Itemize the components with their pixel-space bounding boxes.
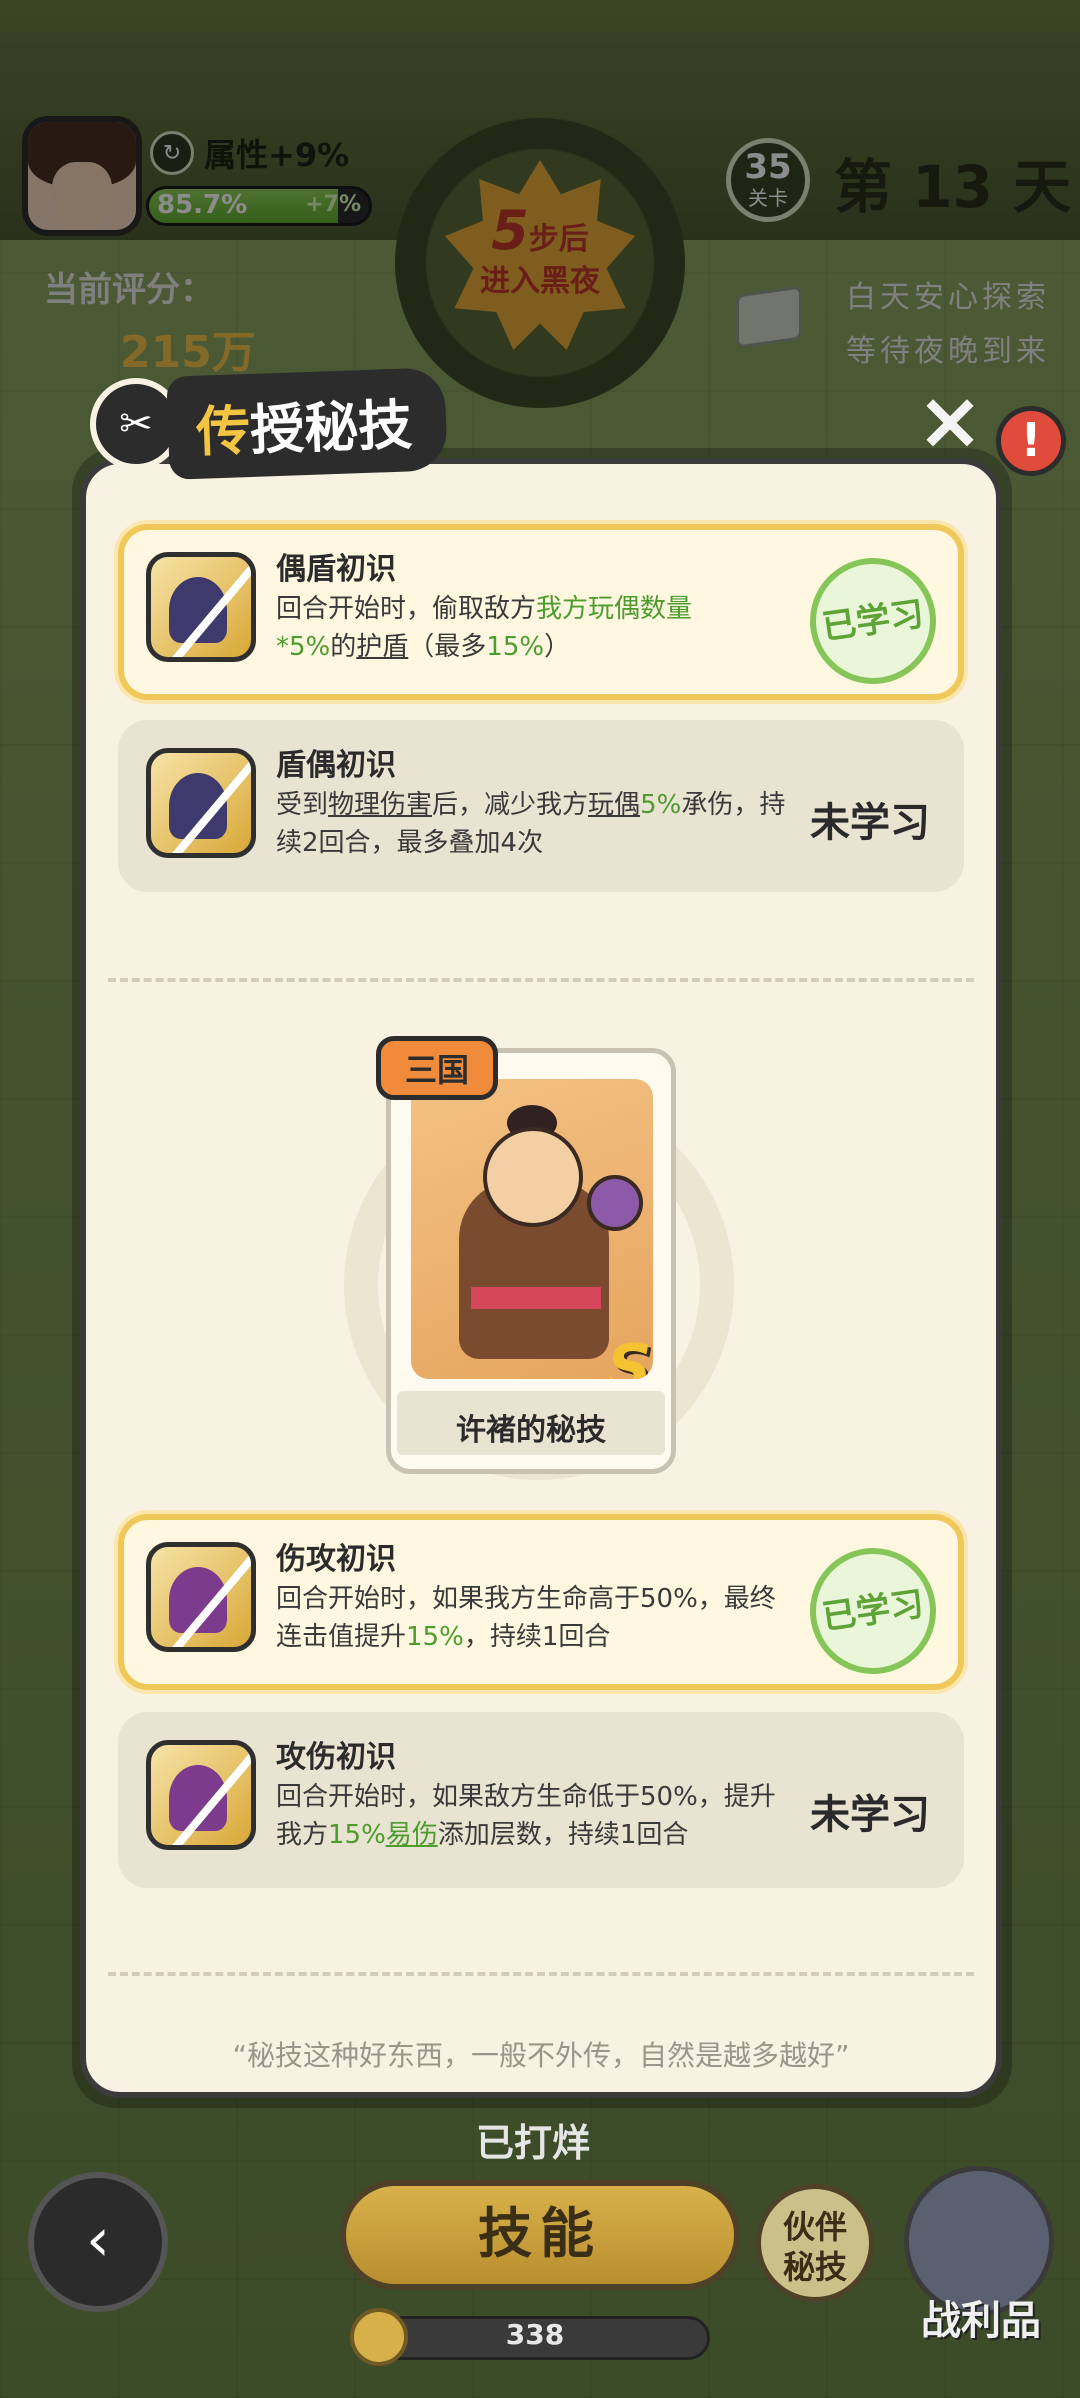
desc-keyword: 我方玩偶数量 [536,594,693,624]
skill-description: 回合开始时，如果我方生命高于50%，最终连击值提升15%，持续1回合 [276,1580,796,1656]
partner-line-1: 伙伴 [782,2208,847,2246]
skill-name: 攻伤初识 [276,1740,396,1775]
skill-card-shield-doll[interactable]: 偶盾初识 回合开始时，偷取敌方我方玩偶数量 *5%的护盾（最多15%） 已学习 [118,524,964,700]
desc-value: 15% [328,1820,386,1850]
loot-label: 战利品 [921,2298,1041,2344]
title-highlight: 传 [195,399,252,464]
section-divider [108,978,974,982]
desc-text: 受到 [276,790,329,820]
desc-text: 回合开始时，偷取敌方 [276,594,537,624]
skill-icon-attack-damage [146,1740,256,1850]
partner-skill-button[interactable]: 伙伴 秘技 [756,2184,874,2302]
unlearned-status: 未学习 [810,800,930,846]
learned-stamp: 已学习 [801,549,945,693]
desc-keyword: 玩偶 [588,790,641,820]
skill-button[interactable]: 技能 [340,2180,740,2290]
flavor-quote: “秘技这种好东西，一般不外传，自然是越多越好” [232,2039,850,2072]
skill-name: 盾偶初识 [276,748,396,783]
desc-keyword: 易伤 [385,1820,438,1850]
desc-value: 15% [406,1622,464,1652]
section-divider [108,1972,974,1976]
skill-name: 偶盾初识 [276,552,396,587]
skill-icon-shield-doll [146,552,256,662]
hero-sash [471,1287,601,1309]
desc-keyword: 护盾 [356,632,409,662]
desc-text: 添加层数，持续1回合 [437,1820,689,1850]
skill-description: 回合开始时，偷取敌方我方玩偶数量 *5%的护盾（最多15%） [276,590,796,666]
mace-icon [587,1175,643,1231]
skill-description: 受到物理伤害后，减少我方玩偶5%承伤，持续2回合，最多叠加4次 [276,786,796,862]
desc-text: 的 [330,632,357,662]
modal-title: ✂ 传授秘技 [90,367,448,480]
modal-title-banner: 传授秘技 [166,367,448,480]
desc-value: *5% [276,632,331,662]
desc-value: 15% [486,632,545,662]
back-button[interactable]: ‹ [28,2172,168,2312]
title-rest: 授秘技 [249,393,414,462]
desc-value: 5% [640,790,682,820]
hero-grade-badge: S [607,1331,652,1379]
partner-line-2: 秘技 [782,2248,847,2286]
coin-count: 338 [505,2318,565,2351]
desc-keyword: 物理伤害 [328,790,433,820]
skill-name: 伤攻初识 [276,1542,396,1577]
desc-text: ，持续1回合 [463,1622,611,1652]
unlearned-status: 未学习 [810,1792,930,1838]
alert-icon[interactable]: ! [996,406,1066,476]
faction-tag: 三国 [376,1036,499,1100]
skill-card-doll-shield[interactable]: 盾偶初识 受到物理伤害后，减少我方玩偶5%承伤，持续2回合，最多叠加4次 未学习 [118,720,964,892]
skill-card-damage-attack[interactable]: 伤攻初识 回合开始时，如果我方生命高于50%，最终连击值提升15%，持续1回合 … [118,1514,964,1690]
desc-text: ） [544,632,571,662]
close-button[interactable]: × [912,381,988,462]
desc-text: 后，减少我方 [432,790,589,820]
hero-card[interactable]: S 许褚的秘技 [386,1048,676,1474]
closed-label: 已打烊 [476,2121,591,2165]
skill-description: 回合开始时，如果敌方生命低于50%，提升我方15%易伤添加层数，持续1回合 [276,1778,796,1854]
skill-card-attack-damage[interactable]: 攻伤初识 回合开始时，如果敌方生命低于50%，提升我方15%易伤添加层数，持续1… [118,1712,964,1888]
skill-icon-damage-attack [146,1542,256,1652]
skill-icon-doll-shield [146,748,256,858]
desc-text: （最多 [408,632,487,662]
hero-caption: 许褚的秘技 [456,1413,606,1448]
hero-portrait: S [411,1079,653,1379]
hero-head [483,1127,583,1227]
learned-stamp: 已学习 [801,1539,945,1683]
